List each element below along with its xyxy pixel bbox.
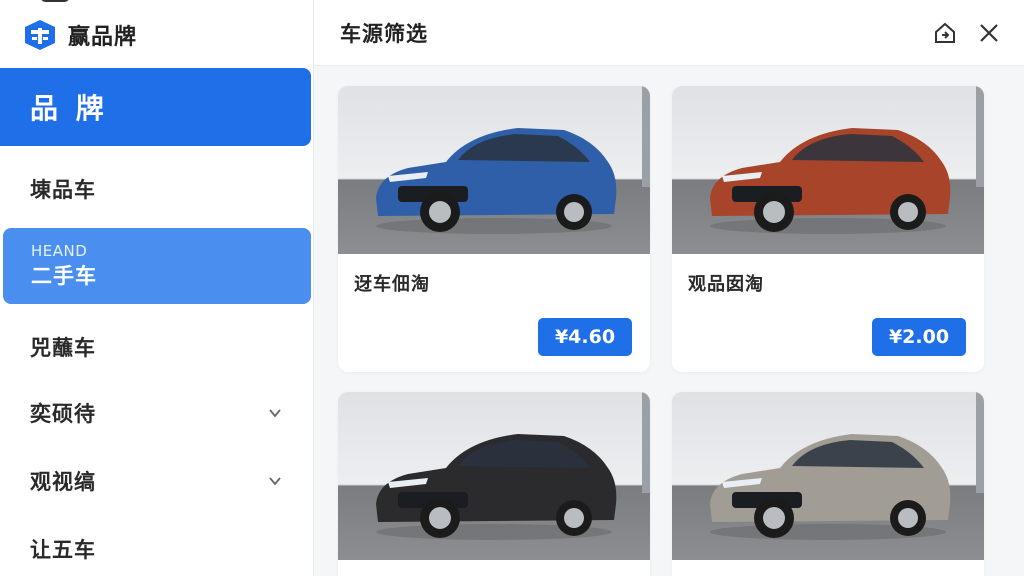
close-icon[interactable]: [976, 20, 1002, 46]
car-image: [338, 392, 650, 560]
sidebar-item-7[interactable]: 让五车: [0, 520, 312, 576]
car-image: [672, 392, 984, 560]
car-card[interactable]: [338, 392, 650, 576]
price-button[interactable]: ¥4.60: [538, 318, 632, 356]
sidebar-item-sublabel: HEAND: [31, 242, 88, 260]
background-wall: [976, 392, 984, 493]
sidebar-item-4[interactable]: 兕蘸车: [0, 318, 312, 376]
sidebar-item-label: 埬品车: [30, 178, 96, 202]
sidebar-item-label: 兕蘸车: [30, 336, 96, 360]
chevron-down-icon[interactable]: [268, 474, 282, 488]
sidebar-item-label: 让五车: [30, 538, 96, 562]
car-illustration: [710, 128, 951, 234]
car-card[interactable]: 观品囡淘 ¥2.00: [672, 86, 984, 372]
background-wall: [642, 86, 650, 187]
car-card[interactable]: 迓车佃淘 ¥4.60: [338, 86, 650, 372]
sidebar-item-new-cars[interactable]: 埬品车: [0, 160, 312, 218]
car-illustration: [710, 434, 951, 540]
sidebar-item-label: 二手车: [31, 264, 97, 288]
app-title: 赢品牌: [68, 25, 138, 50]
brand-logo-icon: [25, 20, 55, 50]
sidebar-item-label: 品 牌: [30, 92, 108, 125]
top-edge-fragment: [40, 0, 70, 2]
page-title: 车源筛选: [340, 21, 428, 46]
chevron-down-icon[interactable]: [268, 406, 282, 420]
sidebar-item-label: 观视缟: [30, 470, 96, 494]
sidebar-item-label: 奕硕待: [30, 402, 96, 426]
app-logo: 赢品牌: [22, 18, 137, 52]
car-card[interactable]: [672, 392, 984, 576]
sidebar-item-6[interactable]: 观视缟: [0, 452, 312, 510]
sidebar-item-used-cars[interactable]: HEAND 二手车: [3, 228, 311, 304]
sidebar-item-5[interactable]: 奕硕待: [0, 384, 312, 442]
car-illustration: [376, 128, 617, 234]
car-name: 迓车佃淘: [354, 274, 430, 295]
price-button[interactable]: ¥2.00: [872, 318, 966, 356]
sidebar-item-brand[interactable]: 品 牌: [0, 68, 311, 146]
car-image: [338, 86, 650, 254]
background-wall: [976, 86, 984, 187]
sidebar: 赢品牌 品 牌 埬品车 HEAND 二手车 兕蘸车 奕硕待 观视缟 让五车: [0, 0, 314, 576]
panel-header: 车源筛选: [314, 0, 1024, 66]
car-illustration: [376, 434, 617, 540]
car-name: 观品囡淘: [688, 274, 764, 295]
home-share-icon[interactable]: [932, 20, 958, 46]
background-wall: [642, 392, 650, 493]
car-image: [672, 86, 984, 254]
